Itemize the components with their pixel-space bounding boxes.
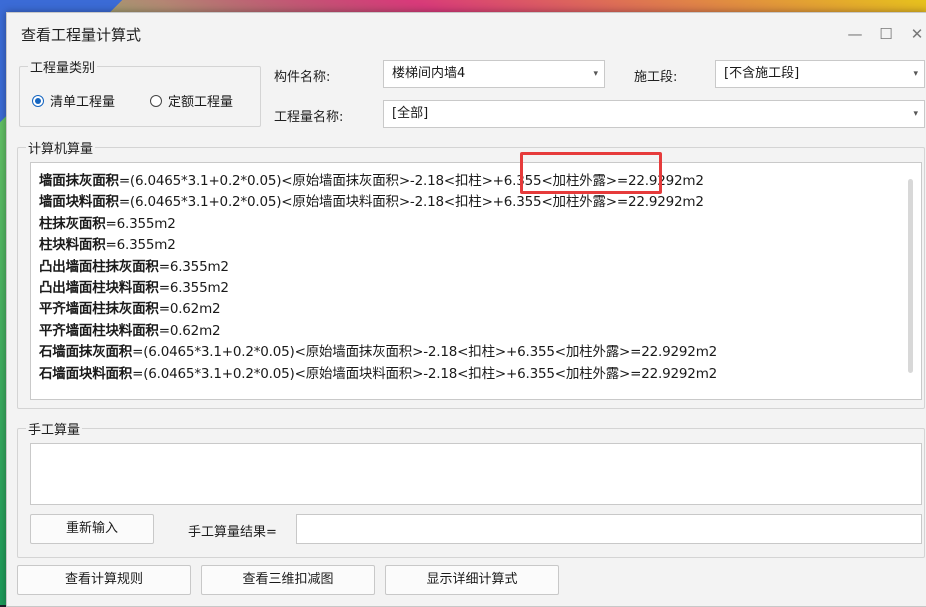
calc-line-formula: =6.355m2 — [105, 215, 176, 232]
calc-line: 柱抹灰面积=6.355m2 — [39, 214, 909, 235]
radio-bill-quantity-label: 清单工程量 — [50, 95, 116, 110]
close-icon[interactable]: ✕ — [902, 21, 926, 47]
calc-line: 墙面块料面积=(6.0465*3.1+0.2*0.05)<原始墙面块料面积>-2… — [39, 192, 909, 213]
radio-quota-quantity[interactable]: 定额工程量 — [150, 91, 233, 110]
radio-quota-quantity-label: 定额工程量 — [168, 95, 234, 110]
calc-line-formula: =(6.0465*3.1+0.2*0.05)<原始墙面抹灰面积>-2.18<扣柱… — [132, 344, 718, 361]
maximize-icon[interactable]: ☐ — [871, 21, 901, 47]
calc-line-formula: =(6.0465*3.1+0.2*0.05)<原始墙面块料面积>-2.18<扣柱… — [132, 365, 718, 382]
calc-line: 凸出墙面柱块料面积=6.355m2 — [39, 278, 909, 299]
chevron-down-icon: ▾ — [913, 69, 918, 79]
calc-line-formula: =6.355m2 — [158, 258, 229, 275]
construction-stage-value: [不含施工段] — [724, 66, 800, 81]
calc-line-name: 柱抹灰面积 — [39, 215, 106, 232]
calc-line: 平齐墙面柱抹灰面积=0.62m2 — [39, 299, 909, 320]
calc-line-name: 石墙面抹灰面积 — [39, 344, 133, 361]
component-name-label: 构件名称: — [274, 70, 331, 85]
calc-formula-dialog: 查看工程量计算式 — ☐ ✕ 工程量类别 清单工程量 定额工程量 构件名称: 楼… — [6, 12, 926, 607]
construction-stage-label: 施工段: — [634, 70, 678, 85]
calc-line-formula: =6.355m2 — [105, 237, 176, 254]
computer-calc-textarea[interactable]: 墙面抹灰面积 =(6.0465*3.1+0.2*0.05)<原始墙面抹灰面积>-2… — [30, 162, 922, 400]
chevron-down-icon: ▾ — [913, 109, 918, 119]
quantity-name-select[interactable]: [全部] ▾ — [383, 100, 925, 128]
quantity-type-label: 工程量类别 — [28, 57, 98, 76]
construction-stage-select[interactable]: [不含施工段] ▾ — [715, 60, 925, 88]
calc-line-name: 平齐墙面柱抹灰面积 — [39, 301, 159, 318]
calc-line: 石墙面抹灰面积=(6.0465*3.1+0.2*0.05)<原始墙面抹灰面积>-… — [39, 342, 909, 363]
highlight-annotation — [520, 152, 662, 194]
quantity-name-value: [全部] — [392, 106, 429, 121]
manual-result-label: 手工算量结果= — [188, 525, 277, 540]
chevron-down-icon: ▾ — [593, 69, 598, 79]
calc-line-name: 墙面块料面积 — [39, 194, 119, 211]
quantity-type-group: 工程量类别 清单工程量 定额工程量 — [19, 57, 261, 127]
calc-line: 平齐墙面柱块料面积=0.62m2 — [39, 321, 909, 342]
calc-line: 墙面抹灰面积=(6.0465*3.1+0.2*0.05)<原始墙面抹灰面积>-2… — [39, 171, 909, 192]
title-bar: 查看工程量计算式 — ☐ ✕ — [7, 13, 926, 57]
vertical-scrollbar[interactable] — [908, 179, 913, 373]
calc-line-formula: =0.62m2 — [158, 322, 221, 339]
manual-calc-label: 手工算量 — [26, 419, 83, 438]
calc-line-formula: =(6.0465*3.1+0.2*0.05)<原始墙面块料面积>-2.18<扣柱… — [118, 194, 704, 211]
minimize-icon[interactable]: — — [840, 21, 870, 47]
calc-line-name: 凸出墙面柱抹灰面积 — [39, 258, 159, 275]
radio-checked-icon[interactable] — [32, 94, 44, 107]
calc-lines-list: 墙面抹灰面积 =(6.0465*3.1+0.2*0.05)<原始墙面抹灰面积>-2… — [39, 171, 909, 385]
manual-calc-textarea[interactable] — [30, 443, 922, 505]
manual-result-input[interactable] — [296, 514, 922, 544]
manual-calc-group: 手工算量 重新输入 手工算量结果= — [17, 419, 925, 558]
calc-line-name: 墙面抹灰面积 — [39, 173, 119, 189]
calc-line-name: 凸出墙面柱块料面积 — [39, 279, 159, 296]
reenter-button[interactable]: 重新输入 — [30, 514, 154, 544]
calc-line-name: 石墙面块料面积 — [39, 365, 133, 382]
calc-line: 凸出墙面柱抹灰面积=6.355m2 — [39, 257, 909, 278]
calc-line-name: 柱块料面积 — [39, 237, 106, 254]
calc-line-formula: =6.355m2 — [158, 279, 229, 296]
radio-bill-quantity[interactable]: 清单工程量 — [32, 91, 115, 110]
calc-line-name: 平齐墙面柱块料面积 — [39, 322, 159, 339]
show-detail-formula-button[interactable]: 显示详细计算式 — [385, 565, 559, 595]
computer-calc-label: 计算机算量 — [26, 138, 96, 157]
view-rules-button[interactable]: 查看计算规则 — [17, 565, 191, 595]
component-name-value: 楼梯间内墙4 — [392, 66, 466, 81]
quantity-name-label: 工程量名称: — [274, 110, 344, 125]
radio-unchecked-icon[interactable] — [150, 94, 162, 107]
component-name-select[interactable]: 楼梯间内墙4 ▾ — [383, 60, 605, 88]
window-title: 查看工程量计算式 — [21, 26, 142, 44]
calc-line-formula: =0.62m2 — [158, 301, 221, 318]
computer-calc-group: 计算机算量 墙面抹灰面积 =(6.0465*3.1+0.2*0.05)<原始墙面抹… — [17, 138, 925, 409]
calc-line: 石墙面块料面积=(6.0465*3.1+0.2*0.05)<原始墙面块料面积>-… — [39, 364, 909, 385]
view-3d-deduction-button[interactable]: 查看三维扣减图 — [201, 565, 375, 595]
calc-line: 柱块料面积=6.355m2 — [39, 235, 909, 256]
